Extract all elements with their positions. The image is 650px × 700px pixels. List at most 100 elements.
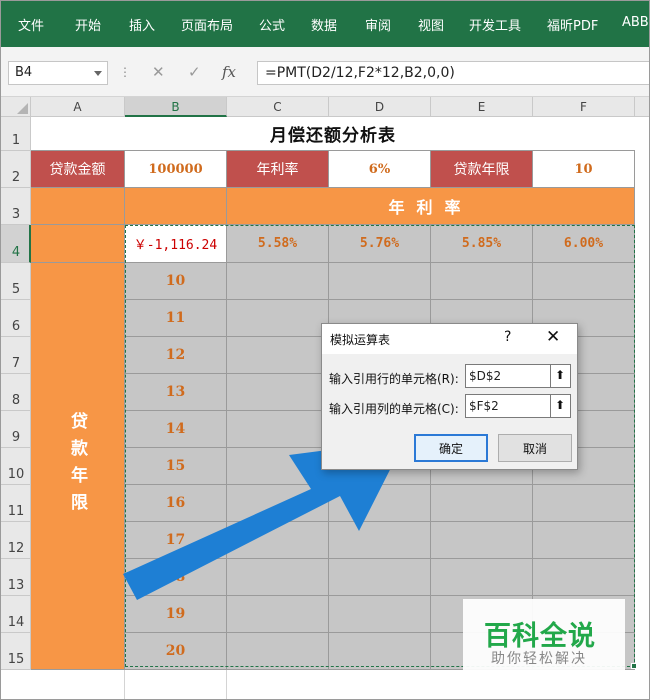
data-table-cell[interactable]	[227, 411, 329, 448]
row-header-3[interactable]: 3	[1, 188, 31, 225]
data-table-cell[interactable]	[227, 522, 329, 559]
data-table-cell[interactable]	[227, 263, 329, 300]
rate-cell-f4[interactable]: 6.00%	[533, 225, 635, 263]
data-table-cell[interactable]	[227, 633, 329, 670]
data-table-cell[interactable]	[227, 596, 329, 633]
row-header-11[interactable]: 11	[1, 485, 31, 522]
tab-page-layout[interactable]: 页面布局	[181, 15, 233, 34]
year-cell[interactable]: 13	[125, 374, 227, 411]
drag-handle-icon[interactable]: ⋮	[119, 65, 131, 79]
row-header-5[interactable]: 5	[1, 263, 31, 300]
year-cell[interactable]: 19	[125, 596, 227, 633]
year-cell[interactable]: 18	[125, 559, 227, 596]
row-header-14[interactable]: 14	[1, 596, 31, 633]
data-table-cell[interactable]	[533, 485, 635, 522]
column-header-b[interactable]: B	[125, 97, 227, 117]
column-range-picker[interactable]: ⬆	[550, 394, 571, 418]
data-table-cell[interactable]	[227, 374, 329, 411]
data-table-cell[interactable]	[533, 522, 635, 559]
tab-data[interactable]: 数据	[311, 15, 337, 34]
data-table-cell[interactable]	[329, 633, 431, 670]
tab-home[interactable]: 开始	[75, 15, 101, 34]
row-header-8[interactable]: 8	[1, 374, 31, 411]
data-table-cell[interactable]	[227, 300, 329, 337]
data-table-cell[interactable]	[431, 263, 533, 300]
row-header-9[interactable]: 9	[1, 411, 31, 448]
tab-review[interactable]: 审阅	[365, 15, 391, 34]
year-cell[interactable]: 10	[125, 263, 227, 300]
tab-developer[interactable]: 开发工具	[469, 15, 521, 34]
term-label[interactable]: 贷款年限	[431, 151, 533, 188]
cell-a4[interactable]	[31, 225, 125, 263]
year-cell[interactable]: 17	[125, 522, 227, 559]
data-table-cell[interactable]	[227, 337, 329, 374]
name-box[interactable]: B4	[8, 61, 108, 85]
data-table-cell[interactable]	[329, 559, 431, 596]
column-header-c[interactable]: C	[227, 97, 329, 117]
column-header-d[interactable]: D	[329, 97, 431, 117]
ok-button[interactable]: 确定	[414, 434, 488, 462]
cell-a16[interactable]	[31, 670, 125, 699]
row-header-4[interactable]: 4	[1, 225, 31, 263]
row-header-1[interactable]: 1	[1, 117, 31, 151]
data-table-cell[interactable]	[329, 263, 431, 300]
rate-value[interactable]: 6%	[329, 151, 431, 188]
year-cell[interactable]: 12	[125, 337, 227, 374]
chevron-down-icon[interactable]	[94, 71, 102, 76]
enter-icon[interactable]: ✓	[188, 63, 201, 81]
data-table-cell[interactable]	[533, 559, 635, 596]
cell-a3[interactable]	[31, 188, 125, 225]
fill-handle[interactable]	[631, 663, 637, 669]
insert-function-icon[interactable]: fx	[222, 63, 236, 81]
row-header-6[interactable]: 6	[1, 300, 31, 337]
data-table-cell[interactable]	[533, 263, 635, 300]
column-header-e[interactable]: E	[431, 97, 533, 117]
row-header-15[interactable]: 15	[1, 633, 31, 670]
data-table-cell[interactable]	[329, 522, 431, 559]
column-header-f[interactable]: F	[533, 97, 635, 117]
tab-formulas[interactable]: 公式	[259, 15, 285, 34]
year-cell[interactable]: 11	[125, 300, 227, 337]
cancel-icon[interactable]: ✕	[152, 63, 165, 81]
tab-view[interactable]: 视图	[418, 15, 444, 34]
row-input-field[interactable]: $D$2	[465, 364, 551, 388]
row-header-7[interactable]: 7	[1, 337, 31, 374]
tab-insert[interactable]: 插入	[129, 15, 155, 34]
year-cell[interactable]: 20	[125, 633, 227, 670]
tab-abbyy[interactable]: ABB	[622, 15, 649, 30]
cell-b16[interactable]	[125, 670, 227, 699]
data-table-cell[interactable]	[227, 448, 329, 485]
term-side-label-cell[interactable]: 贷款年限	[31, 263, 125, 670]
column-header-a[interactable]: A	[31, 97, 125, 117]
rate-label[interactable]: 年利率	[227, 151, 329, 188]
data-table-cell[interactable]	[227, 559, 329, 596]
year-cell[interactable]: 16	[125, 485, 227, 522]
data-table-cell[interactable]	[431, 522, 533, 559]
data-table-cell[interactable]	[431, 559, 533, 596]
row-header-2[interactable]: 2	[1, 151, 31, 188]
row-header-13[interactable]: 13	[1, 559, 31, 596]
row-header-10[interactable]: 10	[1, 448, 31, 485]
cancel-button[interactable]: 取消	[498, 434, 572, 462]
row-range-picker[interactable]: ⬆	[550, 364, 571, 388]
tab-foxit-pdf[interactable]: 福昕PDF	[547, 15, 598, 34]
data-table-cell[interactable]	[431, 485, 533, 522]
cell-b3[interactable]	[125, 188, 227, 225]
term-value[interactable]: 10	[533, 151, 635, 188]
year-cell[interactable]: 14	[125, 411, 227, 448]
data-table-cell[interactable]	[329, 485, 431, 522]
loan-amount-value[interactable]: 100000	[125, 151, 227, 188]
year-cell[interactable]: 15	[125, 448, 227, 485]
rate-banner[interactable]: 年利率	[227, 188, 635, 225]
row-header-12[interactable]: 12	[1, 522, 31, 559]
data-table-cell[interactable]	[227, 485, 329, 522]
data-table-cell[interactable]	[329, 596, 431, 633]
pmt-result-cell[interactable]: ￥-1,116.24	[125, 225, 227, 263]
rate-cell-e4[interactable]: 5.85%	[431, 225, 533, 263]
formula-input[interactable]: =PMT(D2/12,F2*12,B2,0,0)	[257, 61, 649, 85]
help-icon[interactable]: ?	[504, 329, 511, 345]
rate-cell-c4[interactable]: 5.58%	[227, 225, 329, 263]
tab-file[interactable]: 文件	[18, 15, 44, 34]
loan-amount-label[interactable]: 贷款金额	[31, 151, 125, 188]
close-icon[interactable]: ✕	[546, 327, 560, 347]
